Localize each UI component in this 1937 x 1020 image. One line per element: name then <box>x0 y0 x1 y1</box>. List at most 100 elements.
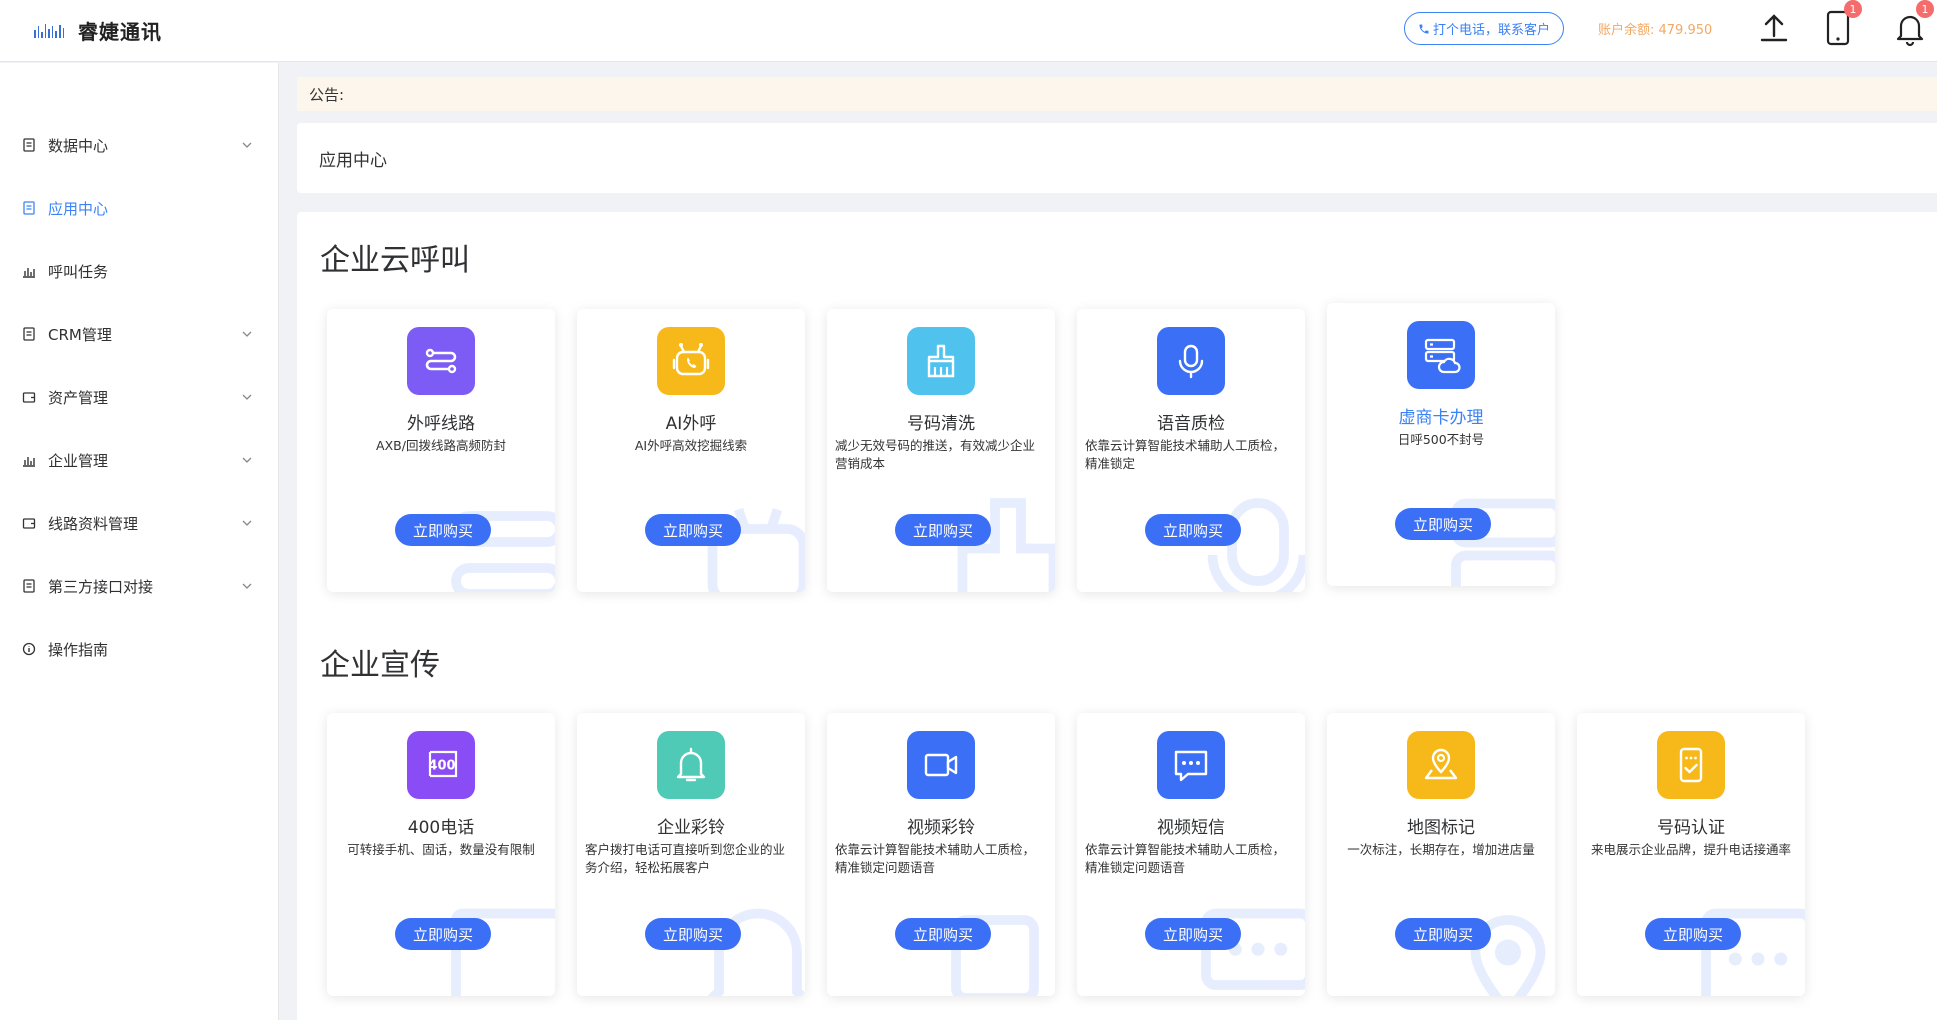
sidebar-item-label: 资产管理 <box>48 388 109 407</box>
product-name: 视频短信 <box>1157 818 1225 838</box>
brand-logo[interactable]: 睿婕通讯 <box>34 16 162 45</box>
buy-now-button[interactable]: 立即购买 <box>1395 918 1491 950</box>
upload-button[interactable] <box>1756 8 1792 48</box>
sidebar-item-enterprise[interactable]: 企业管理 <box>0 440 279 480</box>
map-pin-icon <box>1407 731 1475 799</box>
sidebar-item-guide[interactable]: 操作指南 <box>0 629 279 669</box>
buy-now-button[interactable]: 立即购买 <box>1145 514 1241 546</box>
buy-now-button[interactable]: 立即购买 <box>645 514 741 546</box>
product-desc: 依靠云计算智能技术辅助人工质检，精准锁定 <box>1085 438 1286 471</box>
product-card-map-marker[interactable]: 地图标记 一次标注，长期存在，增加进店量 立即购买 <box>1327 713 1555 996</box>
product-name: 视频彩铃 <box>907 818 975 838</box>
product-name: 企业彩铃 <box>657 818 725 838</box>
product-name: 号码清洗 <box>907 414 975 434</box>
product-desc: 来电展示企业品牌，提升电话接通率 <box>1590 842 1791 857</box>
buy-now-button[interactable]: 立即购买 <box>895 918 991 950</box>
notice-bar: 公告: <box>297 77 1937 111</box>
upload-icon <box>1760 14 1788 42</box>
mobile-device-button[interactable]: 1 <box>1820 0 1862 48</box>
logo-bars-icon <box>34 23 65 38</box>
sidebar-item-label: 操作指南 <box>48 640 109 659</box>
product-card-voice-qa[interactable]: 语音质检 依靠云计算智能技术辅助人工质检，精准锁定 立即购买 <box>1077 309 1305 592</box>
phone-400-icon: 400 <box>407 731 475 799</box>
product-card-ai-outbound[interactable]: AI外呼 AI外呼高效挖掘线索 立即购买 <box>577 309 805 592</box>
cloud-server-icon <box>1407 321 1475 389</box>
route-icon <box>407 327 475 395</box>
product-name: 地图标记 <box>1407 818 1475 838</box>
microphone-icon <box>1157 327 1225 395</box>
notice-label: 公告: <box>309 85 345 104</box>
sidebar-item-crm[interactable]: CRM管理 <box>0 314 279 354</box>
product-card-outbound-line[interactable]: 外呼线路 AXB/回拨线路高频防封 立即购买 <box>327 309 555 592</box>
product-desc: 客户拨打电话可直接听到您企业的业务介绍，轻松拓展客户 <box>585 842 786 875</box>
buy-now-button[interactable]: 立即购买 <box>395 918 491 950</box>
product-card-400-phone[interactable]: 400 400电话 可转接手机、固话，数量没有限制 立即购买 <box>327 713 555 996</box>
chevron-down-icon <box>242 394 252 400</box>
sidebar-item-label: 应用中心 <box>48 199 109 218</box>
product-desc: 减少无效号码的推送，有效减少企业营销成本 <box>835 438 1036 471</box>
wallet-icon <box>22 390 36 404</box>
chevron-down-icon <box>242 331 252 337</box>
section-title-cloud-call: 企业云呼叫 <box>320 243 470 278</box>
notification-badge: 1 <box>1916 0 1934 18</box>
notifications-button[interactable]: 1 <box>1892 0 1934 48</box>
product-card-video-sms[interactable]: 视频短信 依靠云计算智能技术辅助人工质检，精准锁定问题语音 立即购买 <box>1077 713 1305 996</box>
call-customer-label: 打个电话，联系客户 <box>1432 23 1550 38</box>
product-desc: 日呼500不封号 <box>1397 432 1485 447</box>
buy-now-button[interactable]: 立即购买 <box>395 514 491 546</box>
brand-name: 睿婕通讯 <box>78 20 162 44</box>
call-customer-button[interactable]: 打个电话，联系客户 <box>1404 12 1564 45</box>
sidebar-item-label: 数据中心 <box>48 136 109 155</box>
sidebar-item-data-center[interactable]: 数据中心 <box>0 125 279 165</box>
sidebar-menu: 数据中心 应用中心 呼叫任务 CRM管理 资产管理 企业管理 线路资料管理 第三… <box>0 63 279 1020</box>
chevron-down-icon <box>242 457 252 463</box>
sidebar-item-call-tasks[interactable]: 呼叫任务 <box>0 251 279 291</box>
section-title-promotion: 企业宣传 <box>320 648 440 683</box>
bell-icon <box>657 731 725 799</box>
sidebar-item-assets[interactable]: 资产管理 <box>0 377 279 417</box>
product-card-virtual-card[interactable]: 虚商卡办理 日呼500不封号 立即购买 <box>1327 303 1555 586</box>
document-icon <box>22 579 36 593</box>
product-name[interactable]: 虚商卡办理 <box>1327 407 1555 429</box>
bar-chart-icon <box>22 264 36 278</box>
sidebar-item-label: CRM管理 <box>48 325 112 344</box>
sidebar-item-app-center[interactable]: 应用中心 <box>0 188 279 228</box>
buy-now-button[interactable]: 立即购买 <box>645 918 741 950</box>
buy-now-button[interactable]: 立即购买 <box>895 514 991 546</box>
product-name: 外呼线路 <box>407 414 475 434</box>
document-icon <box>22 138 36 152</box>
verified-phone-icon <box>1657 731 1725 799</box>
product-card-enterprise-ringtone[interactable]: 企业彩铃 客户拨打电话可直接听到您企业的业务介绍，轻松拓展客户 立即购买 <box>577 713 805 996</box>
chevron-down-icon <box>242 142 252 148</box>
page-title: 应用中心 <box>319 150 387 171</box>
sidebar-item-label: 线路资料管理 <box>48 514 139 533</box>
product-desc: AXB/回拨线路高频防封 <box>376 438 506 453</box>
account-balance: 账户余额: 479.950 <box>1598 23 1713 38</box>
video-camera-icon <box>907 731 975 799</box>
buy-now-button[interactable]: 立即购买 <box>1145 918 1241 950</box>
product-desc: 依靠云计算智能技术辅助人工质检，精准锁定问题语音 <box>1085 842 1286 875</box>
top-header: 睿婕通讯 打个电话，联系客户 账户余额: 479.950 1 1 <box>0 0 1937 62</box>
page-title-card: 应用中心 <box>297 123 1937 193</box>
product-card-number-verification[interactable]: 号码认证 来电展示企业品牌，提升电话接通率 立即购买 <box>1577 713 1805 996</box>
svg-text:400: 400 <box>428 759 455 774</box>
sidebar-item-label: 第三方接口对接 <box>48 577 154 596</box>
product-name: AI外呼 <box>665 414 717 434</box>
document-icon <box>22 201 36 215</box>
bar-chart-icon <box>22 453 36 467</box>
broom-icon <box>907 327 975 395</box>
info-icon <box>22 642 36 656</box>
sidebar-item-label: 企业管理 <box>48 451 109 470</box>
product-desc: AI外呼高效挖掘线索 <box>634 438 748 453</box>
buy-now-button[interactable]: 立即购买 <box>1645 918 1741 950</box>
phone-icon <box>1419 24 1429 33</box>
app-center-content: 企业云呼叫 外呼线路 AXB/回拨线路高频防封 立即购买 AI外呼 AI外呼高效… <box>297 212 1937 1020</box>
product-desc: 依靠云计算智能技术辅助人工质检，精准锁定问题语音 <box>835 842 1036 875</box>
product-card-video-ringtone[interactable]: 视频彩铃 依靠云计算智能技术辅助人工质检，精准锁定问题语音 立即购买 <box>827 713 1055 996</box>
sidebar-item-line-data[interactable]: 线路资料管理 <box>0 503 279 543</box>
sidebar-item-third-party-api[interactable]: 第三方接口对接 <box>0 566 279 606</box>
buy-now-button[interactable]: 立即购买 <box>1395 508 1491 540</box>
product-card-number-cleaning[interactable]: 号码清洗 减少无效号码的推送，有效减少企业营销成本 立即购买 <box>827 309 1055 592</box>
device-badge: 1 <box>1844 0 1862 18</box>
product-name: 号码认证 <box>1657 818 1725 838</box>
